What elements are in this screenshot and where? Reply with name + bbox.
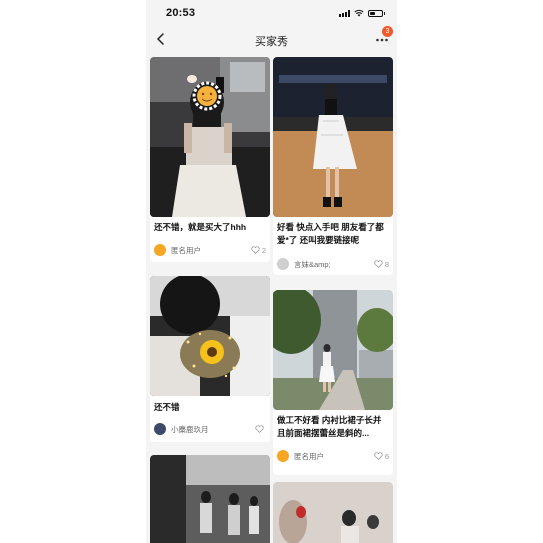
photo-girl-studio xyxy=(273,57,393,217)
avatar xyxy=(154,423,166,435)
post-title: 还不错，就是买大了hhh xyxy=(154,222,247,232)
user-name: 小麋鹿玖月 xyxy=(171,424,209,434)
photo-group-bw xyxy=(150,455,270,543)
post-card[interactable]: 还不错，就是买大了hhh 匿名用户 2 xyxy=(150,57,270,262)
user-name: 言妹&amp; xyxy=(294,259,331,269)
photo-sunflower-bouquet xyxy=(150,276,270,396)
post-meta: 匿名用户 6 xyxy=(277,449,389,463)
battery-fill xyxy=(370,11,375,15)
post-image[interactable] xyxy=(150,57,270,217)
post-card[interactable]: 好看 快点入手吧 朋友看了都爱*了 还叫我要链接呢 言妹&amp; 8 xyxy=(273,57,393,275)
post-image[interactable] xyxy=(150,455,270,543)
user-name: 匿名用户 xyxy=(171,245,201,255)
post-meta: 小麋鹿玖月 xyxy=(154,422,266,436)
status-icons xyxy=(339,9,385,17)
like-button[interactable]: 8 xyxy=(374,260,389,269)
avatar xyxy=(154,244,166,256)
post-title: 做工不好看 内衬比裙子长并且前面裙摆蕾丝是斜的... xyxy=(277,415,382,438)
phone-screen: 20:53 买家秀 3 还不错，就是买大了hhh 匿名用户 2 好看 快点入手吧… xyxy=(146,0,397,543)
post-image[interactable] xyxy=(273,482,393,543)
heart-icon xyxy=(374,452,383,460)
post-card[interactable] xyxy=(150,455,270,543)
post-meta: 匿名用户 2 xyxy=(154,243,266,257)
avatar xyxy=(277,450,289,462)
battery-icon xyxy=(368,9,385,17)
post-card[interactable] xyxy=(273,482,393,543)
page-title: 买家秀 xyxy=(255,36,288,48)
status-time: 20:53 xyxy=(166,7,196,19)
post-image[interactable] xyxy=(273,290,393,410)
heart-icon xyxy=(374,260,383,268)
post-image[interactable] xyxy=(150,276,270,396)
wifi-icon xyxy=(354,9,364,17)
post-card[interactable]: 做工不好看 内衬比裙子长并且前面裙摆蕾丝是斜的... 匿名用户 6 xyxy=(273,290,393,475)
photo-blurry-group xyxy=(273,482,393,543)
photo-girl-mirror xyxy=(150,57,270,217)
signal-icon xyxy=(339,9,350,17)
like-button[interactable]: 2 xyxy=(251,246,266,255)
like-count: 2 xyxy=(261,245,266,255)
avatar xyxy=(277,258,289,270)
heart-icon xyxy=(255,425,264,433)
status-bar: 20:53 xyxy=(146,0,397,26)
like-count: 6 xyxy=(384,451,389,461)
like-button[interactable] xyxy=(255,425,266,433)
post-image[interactable] xyxy=(273,57,393,217)
like-count: 8 xyxy=(384,259,389,269)
post-card[interactable]: 还不错 小麋鹿玖月 xyxy=(150,276,270,442)
post-meta: 言妹&amp; 8 xyxy=(277,257,389,271)
like-button[interactable]: 6 xyxy=(374,452,389,461)
post-title: 还不错 xyxy=(154,402,180,412)
nav-bar: 买家秀 3 xyxy=(146,26,397,54)
user-name: 匿名用户 xyxy=(294,451,324,461)
heart-icon xyxy=(251,246,260,254)
notification-badge: 3 xyxy=(382,26,393,37)
photo-street-trees xyxy=(273,290,393,410)
post-title: 好看 快点入手吧 朋友看了都爱*了 还叫我要链接呢 xyxy=(277,222,384,245)
